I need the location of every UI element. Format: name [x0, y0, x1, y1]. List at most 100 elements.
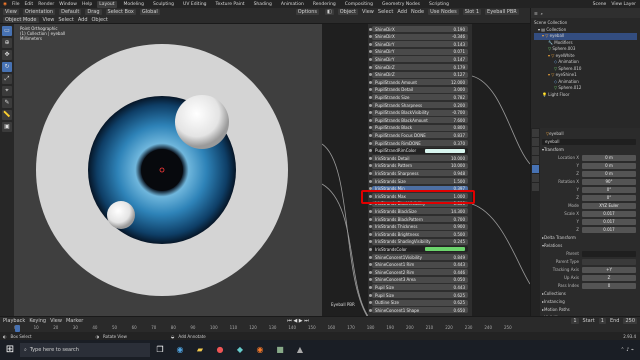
cursor-tool-icon[interactable]: ⊕ — [2, 38, 12, 48]
node-socket[interactable] — [369, 133, 372, 137]
editor-type-icon[interactable]: ◧ — [325, 9, 334, 15]
rotation-y-field[interactable]: 0° — [582, 186, 636, 193]
node-param-row[interactable]: IrisStrands Brightness 0.500 — [372, 231, 468, 238]
object-name-field[interactable]: eyeball — [542, 138, 636, 145]
rotate-tool-icon[interactable]: ↻ — [2, 62, 12, 72]
select-menu[interactable]: Select — [58, 17, 73, 23]
rotation-z-field[interactable]: 0° — [582, 194, 636, 201]
node-socket[interactable] — [369, 27, 372, 31]
3d-viewport[interactable]: Point Orthographic (1) Collection | eyeb… — [14, 24, 322, 316]
node-select-menu[interactable]: Select — [378, 9, 393, 15]
node-param-row[interactable]: ShineDirY 0.071 — [372, 48, 468, 55]
node-param-row[interactable]: ShineDirX -0.346 — [372, 33, 468, 40]
rotation-mode-dropdown[interactable]: XYZ Euler — [582, 202, 636, 209]
node-param-row[interactable]: ShineDirZ 0.127 — [372, 71, 468, 78]
end-frame-field[interactable]: 250 — [623, 317, 637, 324]
file-explorer-icon[interactable]: ▰ — [193, 343, 207, 357]
material-tab-icon[interactable] — [532, 183, 539, 191]
tab-geometry-nodes[interactable]: Geometry Nodes — [380, 1, 422, 8]
scale-z-field[interactable]: 0.017 — [582, 226, 636, 233]
node-param-row[interactable]: ShineConcent2 Rim 0.446 — [372, 269, 468, 276]
scale-x-field[interactable]: 0.017 — [582, 210, 636, 217]
tab-scripting[interactable]: Scripting — [427, 1, 451, 8]
color-swatch[interactable] — [425, 247, 465, 252]
scene-tab-icon[interactable] — [532, 156, 539, 164]
modifier-tab-icon[interactable] — [532, 174, 539, 182]
use-nodes-checkbox[interactable]: Use Nodes — [428, 9, 459, 15]
tab-texture-paint[interactable]: Texture Paint — [214, 1, 247, 8]
app-icon-teal[interactable]: ◆ — [233, 343, 247, 357]
node-socket[interactable] — [369, 232, 372, 236]
location-y-field[interactable]: 0 m — [582, 162, 636, 169]
node-socket[interactable] — [369, 247, 372, 251]
relations-header[interactable]: ▾ Relations — [542, 242, 639, 249]
eye-shine-large[interactable] — [175, 95, 229, 149]
node-socket[interactable] — [369, 103, 372, 107]
delta-transform-header[interactable]: ▸ Delta Transform — [542, 234, 639, 241]
parent-type-field[interactable] — [582, 258, 636, 265]
tab-animation[interactable]: Animation — [279, 1, 306, 8]
transform-section-header[interactable]: ▾ Transform — [542, 146, 639, 153]
transform-tool-icon[interactable]: ⌖ — [2, 86, 12, 96]
node-param-row[interactable]: Pupil Size 0.625 — [372, 292, 468, 298]
node-param-row[interactable]: IrisStrands Pattern 10.000 — [372, 162, 468, 169]
node-param-row[interactable]: PupilStrands Black 0.800 — [372, 124, 468, 131]
tab-rendering[interactable]: Rendering — [311, 1, 338, 8]
blender-logo-icon[interactable]: ◉ — [3, 2, 7, 7]
node-param-row[interactable]: IrisStrands BlackSize 14.300 — [372, 208, 468, 215]
current-frame-field[interactable]: 1 — [571, 317, 579, 324]
app-icon-grey[interactable]: ▲ — [293, 343, 307, 357]
select-box-dropdown[interactable]: Select Box — [105, 9, 136, 15]
tab-sculpting[interactable]: Sculpting — [151, 1, 176, 8]
node-socket[interactable] — [369, 156, 372, 160]
add-cube-tool-icon[interactable]: ▣ — [2, 122, 12, 132]
node-param-row[interactable]: Pupil Size 0.443 — [372, 284, 468, 291]
tab-modeling[interactable]: Modeling — [122, 1, 146, 8]
node-param-row[interactable]: PupilStrands BlackVisibility -0.700 — [372, 109, 468, 116]
scene-selector[interactable]: Scene — [593, 2, 607, 7]
object-tab-icon[interactable] — [532, 165, 539, 173]
menu-window[interactable]: Window — [59, 2, 77, 7]
node-socket[interactable] — [369, 95, 372, 99]
windows-start-icon[interactable]: ⊞ — [3, 343, 17, 357]
add-menu[interactable]: Add — [78, 17, 88, 23]
node-socket[interactable] — [369, 42, 372, 46]
object-menu[interactable]: Object — [92, 17, 108, 23]
scale-tool-icon[interactable]: ⤢ — [2, 74, 12, 84]
app-icon-green[interactable]: ■ — [273, 343, 287, 357]
drag-dropdown[interactable]: Drag — [85, 9, 102, 15]
node-socket[interactable] — [369, 171, 372, 175]
node-socket[interactable] — [369, 308, 372, 312]
start-frame-field[interactable]: 1 — [598, 317, 606, 324]
tab-compositing[interactable]: Compositing — [343, 1, 375, 8]
object-mode-dropdown[interactable]: Object Mode — [3, 17, 39, 23]
output-tab-icon[interactable] — [532, 147, 539, 155]
material-dropdown[interactable]: Eyeball PBR — [485, 9, 519, 15]
eye-shine-small[interactable] — [107, 201, 135, 229]
node-socket[interactable] — [369, 270, 372, 274]
render-tab-icon[interactable] — [532, 138, 539, 146]
node-param-row[interactable]: IrisStrands ShadingVisibility 0.245 — [372, 238, 468, 245]
outliner-item-light-floor[interactable]: 💡 Light Floor — [534, 92, 637, 99]
node-add-menu[interactable]: Add — [397, 9, 407, 15]
tab-shading[interactable]: Shading — [252, 1, 274, 8]
tab-layout[interactable]: Layout — [97, 0, 117, 8]
node-param-row[interactable]: ShineConcent1 Shape 0.650 — [372, 307, 468, 314]
node-socket[interactable] — [369, 285, 372, 289]
node-param-row[interactable]: PupilStrands Detail 3.000 — [372, 86, 468, 93]
annotate-tool-icon[interactable]: ✎ — [2, 98, 12, 108]
timeline-playback-menu[interactable]: Playback — [3, 318, 25, 324]
node-param-row[interactable]: ShineConcent1 Rim 0.443 — [372, 261, 468, 268]
node-param-row[interactable]: PupilStrands RimDONE 0.370 — [372, 140, 468, 146]
global-dropdown[interactable]: Global — [139, 9, 160, 15]
node-param-row[interactable]: IrisStrands Detail 10.000 — [372, 155, 468, 162]
node-socket[interactable] — [369, 293, 372, 297]
node-socket[interactable] — [369, 209, 372, 213]
node-socket[interactable] — [369, 65, 372, 69]
node-param-row[interactable]: PupilStrands Amount 12.000 — [372, 79, 468, 86]
node-param-row[interactable]: PupilStrands Focus DONE 0.837 — [372, 132, 468, 139]
node-socket[interactable] — [369, 141, 372, 145]
node-param-row[interactable]: ShineDirY 0.147 — [372, 56, 468, 63]
menu-edit[interactable]: Edit — [24, 2, 33, 7]
node-socket[interactable] — [369, 80, 372, 84]
